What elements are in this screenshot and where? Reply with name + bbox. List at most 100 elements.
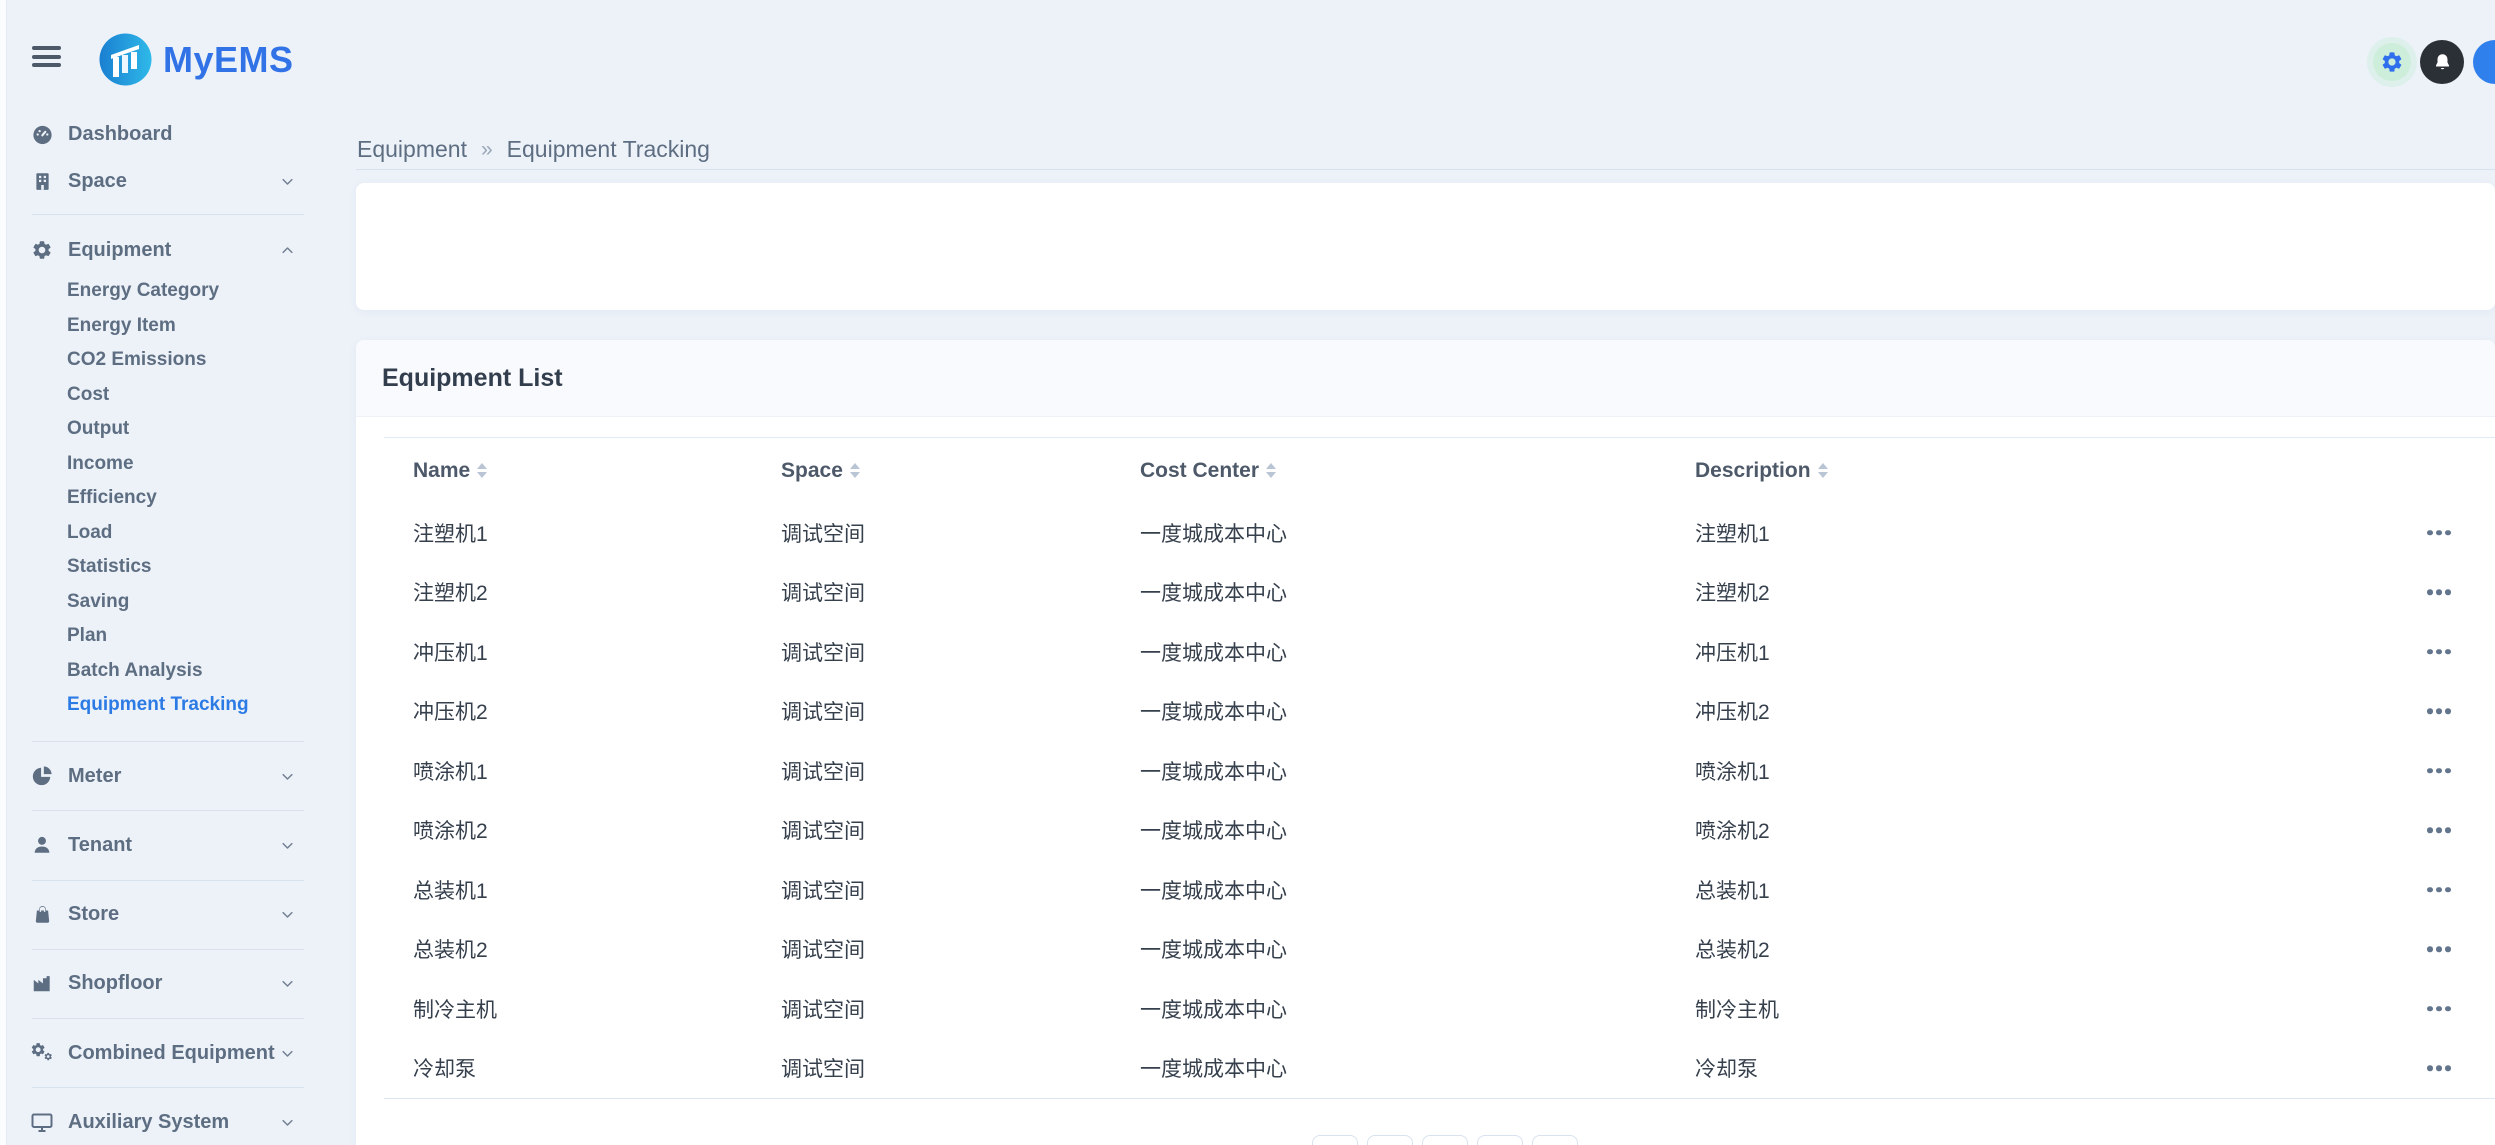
gear-icon <box>30 239 54 261</box>
sidebar-item-auxiliary-system[interactable]: Auxiliary System <box>7 1102 319 1142</box>
sidebar-divider <box>32 949 304 950</box>
column-header-space[interactable]: Space <box>781 459 860 483</box>
ellipsis-icon[interactable] <box>2421 881 2457 899</box>
breadcrumb-separator: » <box>481 138 493 162</box>
sort-icon <box>1266 463 1276 478</box>
table-row: 总装机1 调试空间 一度城成本中心 总装机1 <box>384 860 2495 920</box>
ellipsis-icon[interactable] <box>2421 822 2457 840</box>
window-edge <box>0 0 7 1145</box>
sidebar-subitem-load[interactable]: Load <box>67 516 112 550</box>
sidebar-item-label: Store <box>68 903 119 926</box>
top-navbar: MyEMS <box>7 0 2495 118</box>
breadcrumb-divider <box>356 169 2495 170</box>
ellipsis-icon[interactable] <box>2421 762 2457 780</box>
sidebar-divider <box>32 1087 304 1088</box>
chevron-up-icon <box>280 243 295 258</box>
settings-gear-icon[interactable] <box>2373 43 2411 81</box>
table-row: 注塑机1 调试空间 一度城成本中心 注塑机1 <box>384 503 2495 563</box>
breadcrumb-link-equipment[interactable]: Equipment <box>357 136 467 163</box>
space-selector-panel: SPACE Export <box>356 183 2495 310</box>
user-icon <box>30 834 54 856</box>
building-icon <box>30 170 54 193</box>
ellipsis-icon[interactable] <box>2421 941 2457 959</box>
sidebar-nav: Dashboard Space Equipment Energy Categor… <box>7 0 319 1145</box>
breadcrumb: Equipment » Equipment Tracking <box>357 136 710 163</box>
sidebar-divider <box>32 810 304 811</box>
sidebar-item-label: Tenant <box>68 834 132 857</box>
sidebar-subitem-co2-emissions[interactable]: CO2 Emissions <box>67 343 206 377</box>
card-header: Equipment List <box>356 340 2495 417</box>
pagination-button[interactable] <box>1312 1135 1358 1145</box>
sort-icon <box>850 463 860 478</box>
column-header-cost-center[interactable]: Cost Center <box>1140 459 1276 483</box>
pagination <box>1312 1135 1578 1145</box>
sidebar-item-label: Meter <box>68 765 121 788</box>
sidebar-item-shopfloor[interactable]: Shopfloor <box>7 963 319 1003</box>
equipment-list-card: Equipment List Name Space Cost Center De… <box>356 340 2495 1145</box>
pagination-button[interactable] <box>1422 1135 1468 1145</box>
table-row: 冷却泵 调试空间 一度城成本中心 冷却泵 <box>384 1039 2495 1099</box>
factory-icon <box>30 972 54 994</box>
table-row: 喷涂机2 调试空间 一度城成本中心 喷涂机2 <box>384 801 2495 861</box>
sidebar-subitem-cost[interactable]: Cost <box>67 378 109 412</box>
sidebar-item-label: Shopfloor <box>68 972 162 995</box>
pie-chart-icon <box>30 765 54 787</box>
sidebar-subitem-batch-analysis[interactable]: Batch Analysis <box>67 654 203 688</box>
table-row: 制冷主机 调试空间 一度城成本中心 制冷主机 <box>384 979 2495 1039</box>
sidebar-subitem-efficiency[interactable]: Efficiency <box>67 481 157 515</box>
table-row: 注塑机2 调试空间 一度城成本中心 注塑机2 <box>384 563 2495 623</box>
chevron-down-icon <box>280 1115 295 1130</box>
sidebar-subitem-statistics[interactable]: Statistics <box>67 550 151 584</box>
sidebar-item-tenant[interactable]: Tenant <box>7 825 319 865</box>
sidebar-item-label: Space <box>68 170 127 193</box>
sidebar-subitem-saving[interactable]: Saving <box>67 585 129 619</box>
ellipsis-icon[interactable] <box>2421 1060 2457 1078</box>
chevron-down-icon <box>280 838 295 853</box>
sidebar-subitem-output[interactable]: Output <box>67 412 129 446</box>
table-row: 总装机2 调试空间 一度城成本中心 总装机2 <box>384 920 2495 980</box>
ellipsis-icon[interactable] <box>2421 584 2457 602</box>
table-row: 冲压机2 调试空间 一度城成本中心 冲压机2 <box>384 682 2495 742</box>
sidebar-subitem-energy-category[interactable]: Energy Category <box>67 274 219 308</box>
column-header-description[interactable]: Description <box>1695 459 1828 483</box>
sidebar-divider <box>32 880 304 881</box>
column-header-name[interactable]: Name <box>413 459 487 483</box>
chevron-down-icon <box>280 174 295 189</box>
sidebar-divider <box>32 1018 304 1019</box>
sidebar-item-combined-equipment[interactable]: Combined Equipment <box>7 1033 319 1073</box>
sidebar-item-store[interactable]: Store <box>7 894 319 934</box>
sidebar-item-space[interactable]: Space <box>7 161 319 201</box>
chevron-down-icon <box>280 976 295 991</box>
table-body: 注塑机1 调试空间 一度城成本中心 注塑机1 注塑机2 调试空间 一度城成本中心… <box>384 503 2495 1099</box>
pagination-button[interactable] <box>1477 1135 1523 1145</box>
equipment-table: Name Space Cost Center Description <box>384 437 2495 1099</box>
user-avatar[interactable] <box>2473 40 2495 84</box>
card-title: Equipment List <box>382 364 563 393</box>
notification-bell-icon[interactable] <box>2420 40 2464 84</box>
ellipsis-icon[interactable] <box>2421 524 2457 542</box>
pagination-button[interactable] <box>1532 1135 1578 1145</box>
sidebar-subitem-equipment-tracking[interactable]: Equipment Tracking <box>67 688 249 722</box>
chevron-down-icon <box>280 769 295 784</box>
sidebar-subitem-income[interactable]: Income <box>67 447 134 481</box>
sidebar-item-label: Dashboard <box>68 123 172 146</box>
sidebar-item-dashboard[interactable]: Dashboard <box>7 114 319 154</box>
chevron-down-icon <box>280 1046 295 1061</box>
sort-icon <box>477 463 487 478</box>
ellipsis-icon[interactable] <box>2421 703 2457 721</box>
ellipsis-icon[interactable] <box>2421 1000 2457 1018</box>
sidebar-divider <box>32 741 304 742</box>
sidebar-subitem-plan[interactable]: Plan <box>67 619 107 653</box>
chevron-down-icon <box>280 907 295 922</box>
sidebar-item-label: Auxiliary System <box>68 1111 229 1134</box>
pagination-button[interactable] <box>1367 1135 1413 1145</box>
table-row: 冲压机1 调试空间 一度城成本中心 冲压机1 <box>384 622 2495 682</box>
sidebar-item-label: Combined Equipment <box>68 1042 275 1065</box>
sidebar-divider <box>32 214 304 215</box>
ellipsis-icon[interactable] <box>2421 643 2457 661</box>
sort-icon <box>1818 463 1828 478</box>
sidebar-item-meter[interactable]: Meter <box>7 756 319 796</box>
sidebar-item-equipment[interactable]: Equipment <box>7 230 319 270</box>
sidebar-subitem-energy-item[interactable]: Energy Item <box>67 309 176 343</box>
double-gear-icon <box>30 1041 54 1066</box>
